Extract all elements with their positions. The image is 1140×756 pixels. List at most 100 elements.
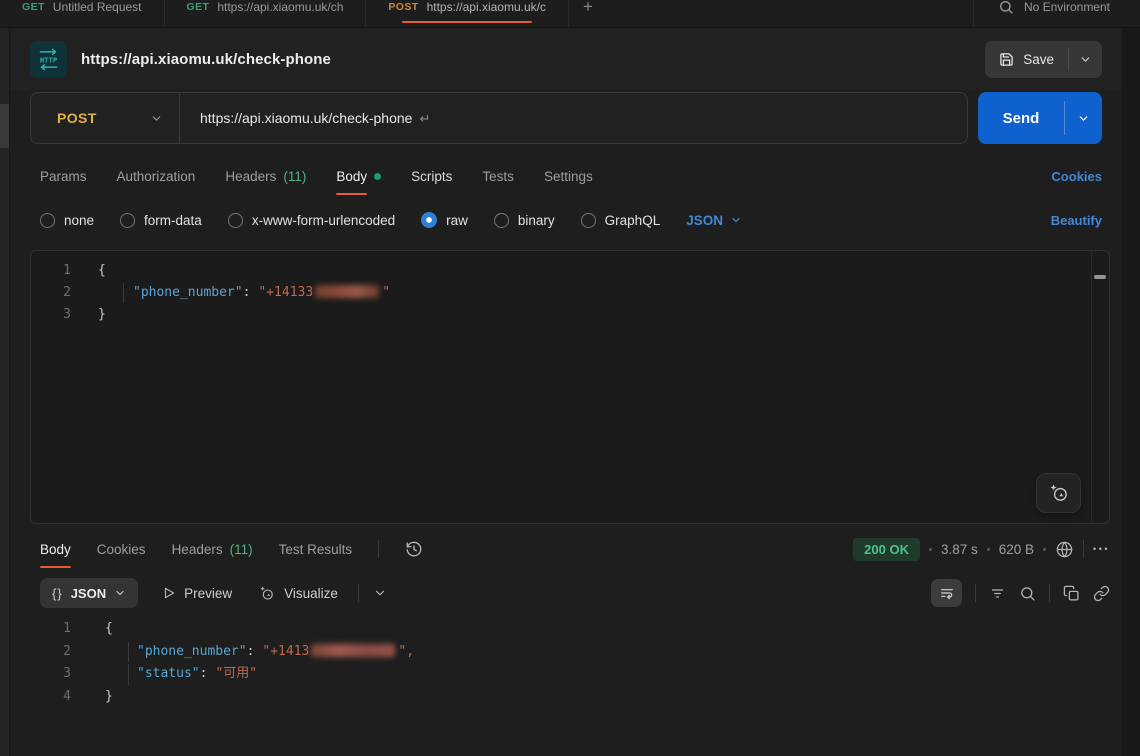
tab-response-body[interactable]: Body	[40, 542, 71, 557]
response-toolbar: {} JSON Preview Visualize	[40, 577, 1110, 609]
code-line: 3 "status":"可用"	[30, 663, 1102, 686]
tab-method-badge: POST	[388, 1, 418, 13]
chevron-down-icon	[1079, 53, 1092, 66]
radio-selected-icon	[421, 212, 437, 228]
request-tab-get-url[interactable]: GET https://api.xiaomu.uk/ch	[165, 0, 367, 28]
line-number: 3	[30, 663, 71, 686]
filter-icon[interactable]	[989, 585, 1006, 602]
headers-count: (11)	[283, 169, 306, 184]
request-body-code: 1 { 2 "phone_number":"+14133" 3 }	[31, 260, 1089, 326]
tab-response-cookies[interactable]: Cookies	[97, 542, 146, 557]
url-input-container: POST https://api.xiaomu.uk/check-phone↵	[30, 92, 968, 144]
radio-x-www-form-urlencoded[interactable]: x-www-form-urlencoded	[228, 213, 395, 228]
response-size[interactable]: 620 B	[999, 542, 1034, 557]
tab-response-headers[interactable]: Headers(11)	[172, 542, 253, 557]
response-history-icon[interactable]	[405, 540, 423, 558]
radio-icon	[228, 213, 243, 228]
tab-scripts[interactable]: Scripts	[411, 169, 452, 184]
workspace-tab-bar: GET Untitled Request GET https://api.xia…	[0, 0, 1140, 28]
status-badge[interactable]: 200 OK	[853, 538, 920, 561]
line-number: 2	[31, 282, 71, 304]
radio-icon	[581, 213, 596, 228]
search-icon[interactable]	[998, 0, 1014, 15]
svg-text:HTTP: HTTP	[40, 55, 58, 64]
radio-form-data[interactable]: form-data	[120, 213, 202, 228]
indent-guide	[123, 283, 124, 303]
code-line: 2 "phone_number":"+1413",	[30, 641, 1102, 664]
save-label: Save	[1023, 52, 1054, 67]
tab-body[interactable]: Body	[336, 169, 381, 184]
redacted-phone-number	[315, 285, 379, 298]
new-tab-button[interactable]: +	[583, 0, 593, 17]
request-tab-post-url-active[interactable]: POST https://api.xiaomu.uk/c	[366, 0, 569, 28]
method-selector[interactable]: POST	[31, 110, 179, 126]
beautify-link[interactable]: Beautify	[1051, 213, 1102, 228]
url-builder: POST https://api.xiaomu.uk/check-phone↵ …	[30, 92, 1102, 144]
response-body-code: 1 { 2 "phone_number":"+1413", 3 "status"…	[30, 618, 1102, 708]
chevron-down-icon	[114, 587, 126, 599]
postbot-sparkle-icon	[1048, 482, 1070, 504]
request-tab-untitled[interactable]: GET Untitled Request	[0, 0, 165, 28]
scrollbar-thumb[interactable]	[1094, 275, 1106, 279]
braces-icon: {}	[52, 586, 63, 601]
send-options-button[interactable]	[1065, 92, 1102, 144]
more-options-icon[interactable]: •••	[1093, 544, 1110, 554]
tab-tests[interactable]: Tests	[482, 169, 514, 184]
response-time[interactable]: 3.87 s	[941, 542, 978, 557]
response-body-viewer[interactable]: 1 { 2 "phone_number":"+1413", 3 "status"…	[30, 618, 1102, 756]
raw-format-selector[interactable]: JSON	[686, 213, 742, 228]
separator-dot	[1043, 548, 1046, 551]
more-views-chevron[interactable]	[373, 586, 387, 600]
radio-graphql[interactable]: GraphQL	[581, 213, 661, 228]
floppy-icon	[999, 52, 1014, 67]
response-status-group: 200 OK 3.87 s 620 B •••	[853, 538, 1110, 561]
code-line: 4 }	[30, 686, 1102, 709]
visualize-button[interactable]: Visualize	[258, 584, 338, 602]
send-split-button: Send	[978, 92, 1102, 144]
radio-icon	[40, 213, 55, 228]
tab-test-results[interactable]: Test Results	[279, 542, 353, 557]
editor-scrollbar[interactable]	[1091, 251, 1109, 523]
link-icon[interactable]	[1093, 585, 1110, 602]
visualize-magic-icon	[258, 584, 276, 602]
search-response-icon[interactable]	[1019, 585, 1036, 602]
sidebar-rail	[0, 28, 10, 756]
body-type-options: none form-data x-www-form-urlencoded raw…	[40, 202, 1102, 238]
save-button[interactable]: Save	[985, 41, 1068, 78]
url-input[interactable]: https://api.xiaomu.uk/check-phone↵	[180, 110, 430, 127]
divider	[358, 584, 359, 602]
radio-icon	[494, 213, 509, 228]
copy-icon[interactable]	[1063, 585, 1080, 602]
request-title: https://api.xiaomu.uk/check-phone	[81, 51, 331, 68]
radio-none[interactable]: none	[40, 213, 94, 228]
postbot-button[interactable]	[1036, 473, 1081, 513]
radio-raw[interactable]: raw	[421, 212, 468, 228]
tab-params[interactable]: Params	[40, 169, 87, 184]
line-number: 3	[31, 304, 71, 326]
word-wrap-button[interactable]	[931, 579, 962, 607]
window-gutter	[1122, 28, 1140, 756]
tab-authorization[interactable]: Authorization	[117, 169, 196, 184]
request-body-editor[interactable]: 1 { 2 "phone_number":"+14133" 3 }	[30, 250, 1110, 524]
response-format-selector[interactable]: {} JSON	[40, 578, 138, 608]
line-number: 1	[31, 260, 71, 282]
send-button[interactable]: Send	[978, 92, 1064, 144]
preview-button[interactable]: Preview	[162, 586, 232, 601]
tab-label: https://api.xiaomu.uk/ch	[217, 0, 343, 14]
tab-headers[interactable]: Headers(11)	[225, 169, 306, 184]
cookies-link[interactable]: Cookies	[1051, 169, 1102, 184]
headers-count: (11)	[230, 542, 253, 557]
tab-settings[interactable]: Settings	[544, 169, 593, 184]
indent-guide	[128, 664, 129, 685]
code-line: 3 }	[31, 304, 1089, 326]
line-number: 1	[30, 618, 71, 641]
request-header: HTTP https://api.xiaomu.uk/check-phone S…	[10, 28, 1122, 90]
save-options-button[interactable]	[1069, 41, 1102, 78]
body-modified-dot	[374, 173, 381, 180]
radio-binary[interactable]: binary	[494, 213, 555, 228]
word-wrap-icon	[939, 585, 955, 601]
environment-selector[interactable]: No Environment	[1024, 0, 1110, 14]
globe-icon[interactable]	[1055, 540, 1074, 559]
tab-method-badge: GET	[22, 1, 45, 13]
chevron-down-icon	[1077, 112, 1090, 125]
